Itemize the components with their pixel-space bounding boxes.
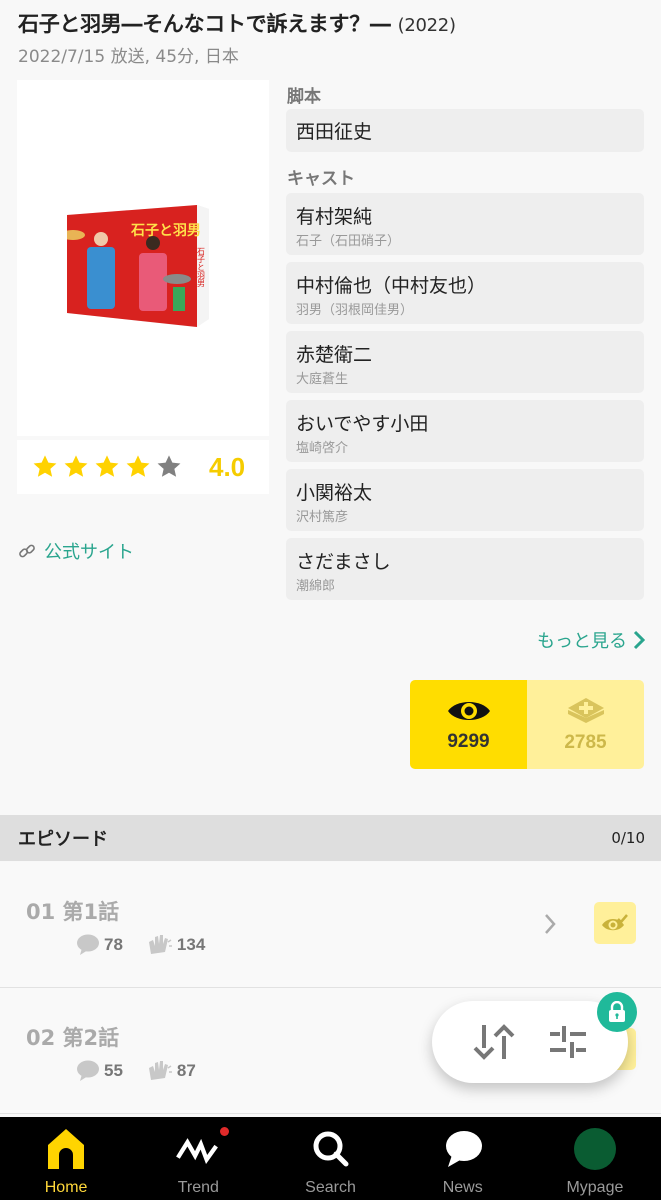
cast-name: 小関裕太 xyxy=(296,482,373,504)
cast-name: 赤楚衛二 xyxy=(296,344,373,366)
lock-icon xyxy=(609,1001,625,1022)
cast-role: 塩崎啓介 xyxy=(296,441,349,456)
poster-image[interactable]: 石子と羽男 石子と羽男 xyxy=(17,80,269,436)
episode-row[interactable]: 01 第1話 78 134 xyxy=(0,862,661,988)
tab-label: News xyxy=(442,1179,483,1196)
stack-plus-icon xyxy=(567,697,604,723)
tab-label: Search xyxy=(305,1179,356,1196)
star-filled-icon xyxy=(95,455,119,477)
cast-card[interactable]: さだまさし 潮綿郎 xyxy=(286,538,644,600)
dvd-box-art: 石子と羽男 石子と羽男 xyxy=(67,205,209,327)
star-rating xyxy=(31,453,183,481)
cast-name: 有村架純 xyxy=(296,206,373,228)
see-more-link[interactable]: もっと見る xyxy=(537,627,645,653)
chevron-right-icon xyxy=(633,630,645,650)
rating-value: 4.0 xyxy=(209,451,246,482)
cast-name: 中村倫也（中村友也） xyxy=(296,275,487,297)
page-title: 石子と羽男―そんなコトで訴えます？― (2022) xyxy=(18,8,456,38)
tab-mypage[interactable]: Mypage xyxy=(529,1117,661,1200)
official-site-link[interactable]: 公式サイト xyxy=(18,538,134,564)
tab-label: Home xyxy=(44,1179,88,1196)
cast-card[interactable]: 有村架純 石子（石田硝子） xyxy=(286,193,644,255)
tab-trend[interactable]: Trend xyxy=(132,1117,264,1200)
cast-role: 羽男（羽根岡佳男） xyxy=(296,303,414,318)
tab-search[interactable]: Search xyxy=(264,1117,396,1200)
svg-text:石子と羽男: 石子と羽男 xyxy=(130,223,201,239)
official-site-label: 公式サイト xyxy=(44,542,134,563)
episodes-progress: 0/10 xyxy=(611,829,645,847)
cast-card[interactable]: 小関裕太 沢村篤彦 xyxy=(286,469,644,531)
link-icon xyxy=(19,544,35,558)
cast-card[interactable]: おいでやす小田 塩崎啓介 xyxy=(286,400,644,462)
writer-label: 脚本 xyxy=(287,87,321,107)
star-empty-icon xyxy=(157,455,181,477)
cast-role: 大庭蒼生 xyxy=(296,372,349,387)
comment-count: 55 xyxy=(104,1061,123,1080)
bottom-tab-bar: Home Trend Search News Mypage xyxy=(0,1117,661,1200)
clap-count: 87 xyxy=(176,1061,196,1080)
writer-name: 西田征史 xyxy=(296,121,373,143)
see-more-label: もっと見る xyxy=(537,631,627,652)
wish-button[interactable]: 2785 xyxy=(527,680,644,769)
episode-meta: 55 87 xyxy=(76,1060,196,1082)
cast-name: おいでやす小田 xyxy=(296,413,429,435)
chevron-right-icon xyxy=(545,914,556,934)
star-filled-icon xyxy=(33,455,57,477)
episodes-label: エピソード xyxy=(18,829,108,850)
star-filled-icon xyxy=(126,455,150,477)
filter-sliders-icon[interactable] xyxy=(548,1024,588,1060)
comment-count: 78 xyxy=(104,935,123,954)
rating-panel: 4.0 xyxy=(17,440,269,494)
title-main: 石子と羽男―そんなコトで訴えます？― xyxy=(18,12,391,36)
title-year: (2022) xyxy=(397,15,456,36)
trend-icon xyxy=(176,1138,219,1164)
notification-dot xyxy=(220,1127,230,1136)
broadcast-info: 2022/7/15 放送, 45分, 日本 xyxy=(18,47,239,67)
episode-meta: 78 134 xyxy=(76,934,205,956)
home-icon xyxy=(48,1129,85,1169)
clap-icon xyxy=(148,935,172,954)
cast-role: 潮綿郎 xyxy=(296,579,336,594)
mark-watched-button[interactable] xyxy=(594,902,636,944)
tab-home[interactable]: Home xyxy=(0,1117,132,1200)
wish-count: 2785 xyxy=(564,731,607,753)
speech-bubble-icon xyxy=(445,1131,482,1167)
cast-name: さだまさし xyxy=(296,551,391,573)
cast-card[interactable]: 中村倫也（中村友也） 羽男（羽根岡佳男） xyxy=(286,262,644,324)
tab-news[interactable]: News xyxy=(397,1117,529,1200)
watched-count: 9299 xyxy=(447,730,490,752)
action-buttons: 9299 2785 xyxy=(410,680,644,769)
cast-card[interactable]: 赤楚衛二 大庭蒼生 xyxy=(286,331,644,393)
episodes-header: エピソード 0/10 xyxy=(0,815,661,861)
clap-icon xyxy=(148,1061,172,1080)
writer-card[interactable]: 西田征史 xyxy=(286,109,644,152)
tab-label: Mypage xyxy=(566,1179,624,1196)
eye-icon xyxy=(447,701,490,720)
sort-icon[interactable] xyxy=(472,1022,516,1062)
clap-count: 134 xyxy=(176,935,206,954)
drama-detail-page: 石子と羽男―そんなコトで訴えます？― (2022) 2022/7/15 放送, … xyxy=(0,0,661,1200)
comment-icon xyxy=(77,934,99,955)
svg-text:石子と羽男: 石子と羽男 xyxy=(197,247,206,288)
cast-role: 石子（石田硝子） xyxy=(296,234,401,249)
cast-role: 沢村篤彦 xyxy=(296,510,349,525)
comment-icon xyxy=(77,1060,99,1081)
lock-badge[interactable] xyxy=(597,992,637,1032)
episode-title: 01 第1話 xyxy=(26,900,120,924)
episode-title: 02 第2話 xyxy=(26,1026,120,1050)
star-filled-icon xyxy=(64,455,88,477)
tab-label: Trend xyxy=(177,1179,219,1196)
search-icon xyxy=(313,1131,348,1167)
cast-label: キャスト xyxy=(287,169,355,189)
eye-check-icon xyxy=(602,914,628,931)
watched-button[interactable]: 9299 xyxy=(410,680,527,769)
avatar-icon xyxy=(573,1128,616,1170)
